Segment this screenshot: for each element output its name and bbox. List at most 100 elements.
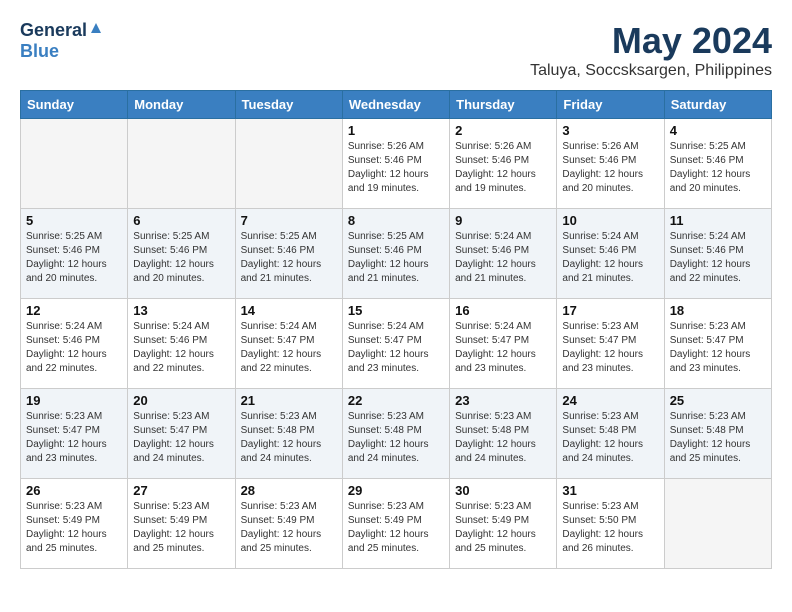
cell-date: 30 (455, 483, 551, 498)
calendar-cell (21, 119, 128, 209)
cell-info: Sunrise: 5:25 AMSunset: 5:46 PMDaylight:… (348, 230, 444, 286)
cell-date: 22 (348, 393, 444, 408)
calendar-cell: 12 Sunrise: 5:24 AMSunset: 5:46 PMDayligh… (21, 299, 128, 389)
main-title: May 2024 (530, 20, 772, 62)
cell-info: Sunrise: 5:23 AMSunset: 5:49 PMDaylight:… (26, 500, 122, 556)
cell-date: 10 (562, 213, 658, 228)
cell-date: 19 (26, 393, 122, 408)
cell-info: Sunrise: 5:23 AMSunset: 5:48 PMDaylight:… (241, 410, 337, 466)
week-row-2: 5Sunrise: 5:25 AMSunset: 5:46 PMDaylight… (21, 209, 772, 299)
cell-info: Sunrise: 5:23 AMSunset: 5:48 PMDaylight:… (670, 410, 766, 466)
cell-date: 27 (133, 483, 229, 498)
cell-date: 12 (26, 303, 122, 318)
calendar-cell: 31 Sunrise: 5:23 AMSunset: 5:50 PMDayligh… (557, 479, 664, 569)
cell-info: Sunrise: 5:23 AMSunset: 5:48 PMDaylight:… (455, 410, 551, 466)
logo-blue: Blue (20, 41, 59, 62)
calendar-cell: 28 Sunrise: 5:23 AMSunset: 5:49 PMDayligh… (235, 479, 342, 569)
cell-info: Sunrise: 5:25 AMSunset: 5:46 PMDaylight:… (241, 230, 337, 286)
logo: General Blue (20, 20, 103, 62)
calendar-cell: 4 Sunrise: 5:25 AMSunset: 5:46 PMDaylight… (664, 119, 771, 209)
calendar-cell: 18Sunrise: 5:23 AMSunset: 5:47 PMDayligh… (664, 299, 771, 389)
cell-info: Sunrise: 5:24 AMSunset: 5:46 PMDaylight:… (26, 320, 122, 376)
cell-date: 4 (670, 123, 766, 138)
calendar-cell: 29 Sunrise: 5:23 AMSunset: 5:49 PMDayligh… (342, 479, 449, 569)
cell-info: Sunrise: 5:23 AMSunset: 5:47 PMDaylight:… (26, 410, 122, 466)
header: General Blue May 2024 Taluya, Soccsksarg… (20, 20, 772, 80)
cell-info: Sunrise: 5:23 AMSunset: 5:49 PMDaylight:… (348, 500, 444, 556)
day-header-wednesday: Wednesday (342, 91, 449, 119)
cell-info: Sunrise: 5:24 AMSunset: 5:46 PMDaylight:… (455, 230, 551, 286)
cell-info: Sunrise: 5:26 AMSunset: 5:46 PMDaylight:… (455, 140, 551, 196)
calendar-cell: 17 Sunrise: 5:23 AMSunset: 5:47 PMDayligh… (557, 299, 664, 389)
cell-info: Sunrise: 5:25 AMSunset: 5:46 PMDaylight:… (133, 230, 229, 286)
calendar-cell: 27 Sunrise: 5:23 AMSunset: 5:49 PMDayligh… (128, 479, 235, 569)
cell-info: Sunrise: 5:24 AMSunset: 5:46 PMDaylight:… (133, 320, 229, 376)
cell-date: 23 (455, 393, 551, 408)
day-header-sunday: Sunday (21, 91, 128, 119)
logo-arrow-icon (89, 21, 103, 40)
calendar-cell: 19 Sunrise: 5:23 AMSunset: 5:47 PMDayligh… (21, 389, 128, 479)
cell-info: Sunrise: 5:23 AMSunset: 5:48 PMDaylight:… (562, 410, 658, 466)
cell-info: Sunrise: 5:24 AMSunset: 5:46 PMDaylight:… (562, 230, 658, 286)
calendar-cell: 24 Sunrise: 5:23 AMSunset: 5:48 PMDayligh… (557, 389, 664, 479)
cell-info: Sunrise: 5:23 AMSunset: 5:47 PMDaylight:… (562, 320, 658, 376)
cell-date: 25 (670, 393, 766, 408)
cell-date: 14 (241, 303, 337, 318)
cell-date: 20 (133, 393, 229, 408)
week-row-3: 12 Sunrise: 5:24 AMSunset: 5:46 PMDayligh… (21, 299, 772, 389)
cell-info: Sunrise: 5:25 AMSunset: 5:46 PMDaylight:… (670, 140, 766, 196)
calendar-cell: 11Sunrise: 5:24 AMSunset: 5:46 PMDayligh… (664, 209, 771, 299)
cell-date: 17 (562, 303, 658, 318)
calendar-cell: 22 Sunrise: 5:23 AMSunset: 5:48 PMDayligh… (342, 389, 449, 479)
cell-info: Sunrise: 5:25 AMSunset: 5:46 PMDaylight:… (26, 230, 122, 286)
cell-date: 16 (455, 303, 551, 318)
cell-info: Sunrise: 5:26 AMSunset: 5:46 PMDaylight:… (348, 140, 444, 196)
cell-date: 31 (562, 483, 658, 498)
cell-date: 28 (241, 483, 337, 498)
page-container: General Blue May 2024 Taluya, Soccsksarg… (20, 20, 772, 569)
calendar-cell: 5Sunrise: 5:25 AMSunset: 5:46 PMDaylight… (21, 209, 128, 299)
calendar-table: SundayMondayTuesdayWednesdayThursdayFrid… (20, 90, 772, 569)
cell-info: Sunrise: 5:23 AMSunset: 5:48 PMDaylight:… (348, 410, 444, 466)
cell-info: Sunrise: 5:23 AMSunset: 5:49 PMDaylight:… (133, 500, 229, 556)
calendar-cell: 20Sunrise: 5:23 AMSunset: 5:47 PMDayligh… (128, 389, 235, 479)
calendar-cell (128, 119, 235, 209)
week-row-1: 1Sunrise: 5:26 AMSunset: 5:46 PMDaylight… (21, 119, 772, 209)
week-row-4: 19 Sunrise: 5:23 AMSunset: 5:47 PMDayligh… (21, 389, 772, 479)
day-header-thursday: Thursday (450, 91, 557, 119)
calendar-cell: 14 Sunrise: 5:24 AMSunset: 5:47 PMDayligh… (235, 299, 342, 389)
calendar-cell: 16 Sunrise: 5:24 AMSunset: 5:47 PMDayligh… (450, 299, 557, 389)
day-header-saturday: Saturday (664, 91, 771, 119)
day-header-tuesday: Tuesday (235, 91, 342, 119)
cell-info: Sunrise: 5:23 AMSunset: 5:47 PMDaylight:… (670, 320, 766, 376)
cell-date: 13 (133, 303, 229, 318)
cell-info: Sunrise: 5:23 AMSunset: 5:49 PMDaylight:… (455, 500, 551, 556)
cell-info: Sunrise: 5:24 AMSunset: 5:47 PMDaylight:… (455, 320, 551, 376)
calendar-cell: 25 Sunrise: 5:23 AMSunset: 5:48 PMDayligh… (664, 389, 771, 479)
calendar-cell (664, 479, 771, 569)
calendar-cell: 9Sunrise: 5:24 AMSunset: 5:46 PMDaylight… (450, 209, 557, 299)
week-row-5: 26Sunrise: 5:23 AMSunset: 5:49 PMDayligh… (21, 479, 772, 569)
cell-date: 15 (348, 303, 444, 318)
calendar-cell: 7 Sunrise: 5:25 AMSunset: 5:46 PMDaylight… (235, 209, 342, 299)
cell-date: 29 (348, 483, 444, 498)
calendar-cell: 23 Sunrise: 5:23 AMSunset: 5:48 PMDayligh… (450, 389, 557, 479)
cell-info: Sunrise: 5:23 AMSunset: 5:49 PMDaylight:… (241, 500, 337, 556)
cell-info: Sunrise: 5:24 AMSunset: 5:47 PMDaylight:… (348, 320, 444, 376)
title-section: May 2024 Taluya, Soccsksargen, Philippin… (530, 20, 772, 80)
cell-date: 7 (241, 213, 337, 228)
calendar-cell: 26Sunrise: 5:23 AMSunset: 5:49 PMDayligh… (21, 479, 128, 569)
calendar-cell: 10 Sunrise: 5:24 AMSunset: 5:46 PMDayligh… (557, 209, 664, 299)
calendar-cell: 3Sunrise: 5:26 AMSunset: 5:46 PMDaylight… (557, 119, 664, 209)
cell-info: Sunrise: 5:23 AMSunset: 5:50 PMDaylight:… (562, 500, 658, 556)
subtitle: Taluya, Soccsksargen, Philippines (530, 62, 772, 80)
cell-date: 24 (562, 393, 658, 408)
cell-info: Sunrise: 5:24 AMSunset: 5:46 PMDaylight:… (670, 230, 766, 286)
calendar-cell: 21Sunrise: 5:23 AMSunset: 5:48 PMDayligh… (235, 389, 342, 479)
calendar-cell: 6Sunrise: 5:25 AMSunset: 5:46 PMDaylight… (128, 209, 235, 299)
calendar-cell: 1Sunrise: 5:26 AMSunset: 5:46 PMDaylight… (342, 119, 449, 209)
day-header-friday: Friday (557, 91, 664, 119)
cell-info: Sunrise: 5:24 AMSunset: 5:47 PMDaylight:… (241, 320, 337, 376)
calendar-cell: 8Sunrise: 5:25 AMSunset: 5:46 PMDaylight… (342, 209, 449, 299)
day-header-row: SundayMondayTuesdayWednesdayThursdayFrid… (21, 91, 772, 119)
